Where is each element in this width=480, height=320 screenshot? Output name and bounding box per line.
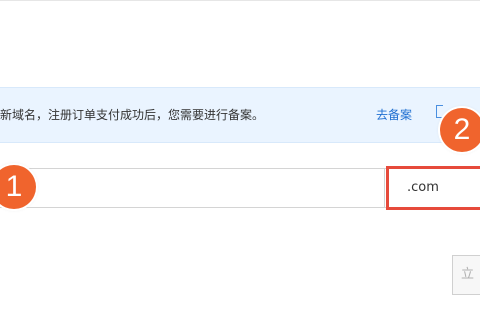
notice-bar: 新域名，注册订单支付成功后，您需要进行备案。 去备案	[0, 87, 480, 143]
notice-text: 新域名，注册订单支付成功后，您需要进行备案。	[0, 108, 265, 122]
top-divider	[0, 0, 480, 1]
step-badge-2: 2	[440, 108, 480, 152]
suffix-divider	[384, 169, 385, 207]
domain-suffix-select[interactable]: .com	[386, 166, 480, 210]
domain-suffix-value: .com	[407, 180, 439, 195]
domain-name-input[interactable]	[0, 169, 384, 207]
register-filing-link[interactable]: 去备案	[376, 106, 412, 123]
next-button[interactable]: 立	[452, 255, 480, 295]
external-link-icon	[436, 105, 443, 118]
page: 新域名，注册订单支付成功后，您需要进行备案。 去备案 .com 1 2 立	[0, 0, 480, 320]
